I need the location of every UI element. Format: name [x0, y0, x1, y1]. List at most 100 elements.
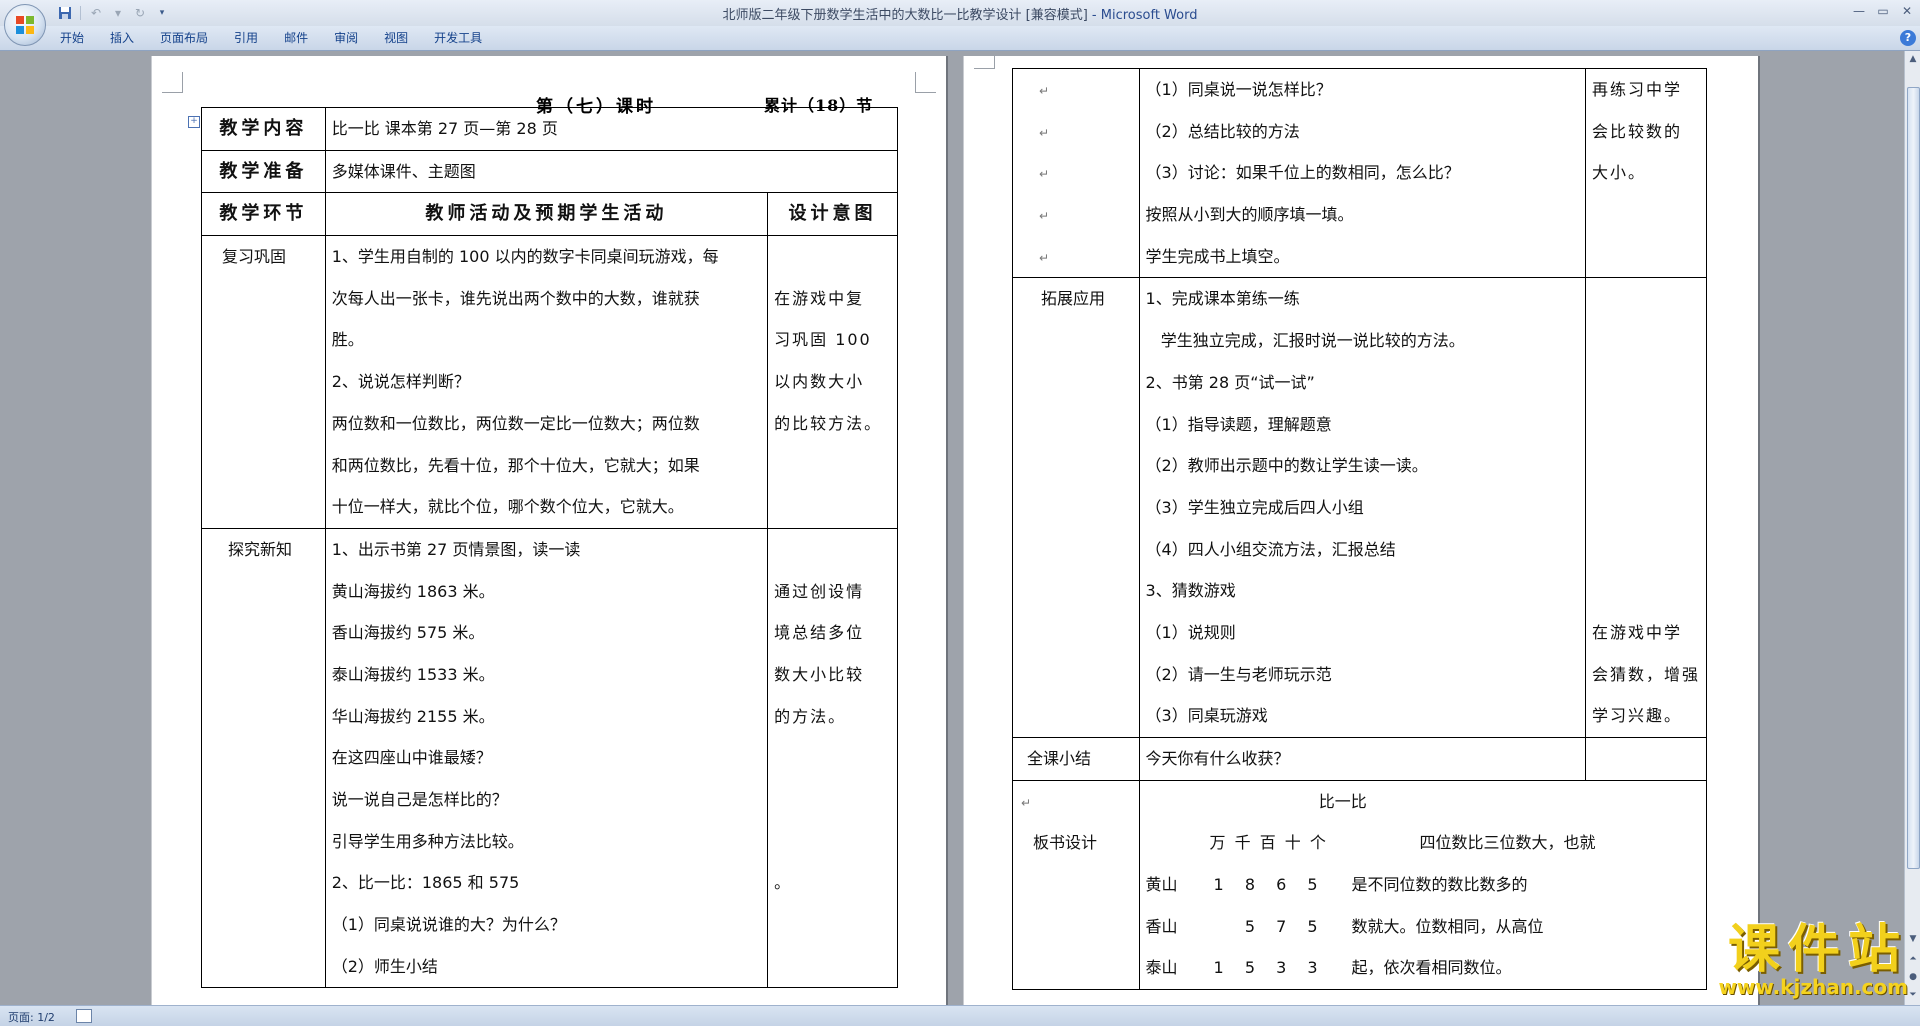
review-section: 复习巩固 1、学生用自制的 100 以内的数字卡同桌间玩游戏，每 次每人出一张卡，…: [201, 235, 898, 529]
crop-mark: [915, 72, 936, 93]
activity-line: 说一说自己是怎样比的？: [331, 790, 508, 810]
activity-line: 3、猜数游戏: [1145, 581, 1236, 601]
status-bar: 页面: 1/2: [0, 1005, 1920, 1026]
watermark-url: www.kjzhan.com: [1718, 975, 1908, 999]
intent-line: [1592, 236, 1700, 278]
extend-stage: 拓展应用: [1041, 289, 1106, 309]
intent-line: [774, 737, 891, 779]
extend-stage-cell: 拓展应用: [1012, 277, 1140, 738]
save-icon[interactable]: [56, 4, 74, 22]
explore-activity-cell: 1、出示书第 27 页情景图，读一读 黄山海拔约 1863 米。 香山海拔约 575…: [324, 527, 769, 989]
col-intent-header: 设计意图: [767, 192, 898, 237]
lesson-table-right: ↵ ↵ ↵ ↵ ↵ （1）同桌说一说怎样比？ （2）总结比较的方法 （3）讨论：如果千位上的…: [1012, 67, 1708, 991]
summary-intent-cell: [1584, 737, 1708, 781]
activity-line: 华山海拔约 2155 米。: [331, 706, 495, 726]
ribbon-tab-0[interactable]: 开始: [48, 29, 98, 47]
explore-stage: 探究新知: [228, 539, 293, 559]
ribbon-tab-1[interactable]: 插入: [98, 29, 148, 47]
prep-value: 多媒体课件、主题图: [324, 149, 899, 194]
macro-record-icon[interactable]: [76, 1009, 92, 1023]
intent-line: [1592, 278, 1700, 320]
intent-line: [774, 904, 891, 946]
activity-line: （2）师生小结: [331, 956, 438, 976]
intent-line: 的方法。: [774, 706, 847, 726]
scrollbar-thumb[interactable]: [1907, 87, 1920, 869]
scroll-up-icon[interactable]: ▲: [1905, 51, 1920, 67]
window-title: 北师版二年级下册数学生活中的大数比一比教学设计 [兼容模式] - Microso…: [0, 4, 1920, 23]
redo-icon[interactable]: ↻: [131, 4, 149, 22]
quick-access-toolbar: ↶ ▾ ↻ ▾: [50, 4, 171, 22]
crop-mark: [974, 56, 995, 69]
intent-line: [1592, 487, 1700, 529]
ribbon-tab-7[interactable]: 开发工具: [422, 29, 496, 47]
continue-activity-cell: （1）同桌说一说怎样比？ （2）总结比较的方法 （3）讨论：如果千位上的数相同，怎么…: [1138, 67, 1586, 279]
title-bar: 北师版二年级下册数学生活中的大数比一比教学设计 [兼容模式] - Microso…: [0, 0, 1920, 26]
activity-line: （4）四人小组交流方法，汇报总结: [1145, 539, 1396, 559]
board-title: 比一比: [1318, 791, 1367, 811]
ribbon-tab-4[interactable]: 邮件: [272, 29, 322, 47]
extend-intent-cell: 在游戏中学 会猜数，增强 学习兴趣。: [1584, 277, 1708, 738]
activity-line: 1、出示书第 27 页情景图，读一读: [331, 539, 581, 559]
content-label: 教学内容: [201, 107, 326, 151]
continue-section: ↵ ↵ ↵ ↵ ↵ （1）同桌说一说怎样比？ （2）总结比较的方法 （3）讨论：如果千位上的…: [1012, 67, 1708, 279]
intent-line: [1592, 529, 1700, 571]
activity-line: 和两位数比，先看十位，那个十位大，它就大；如果: [331, 455, 700, 475]
board-header-row: 万 千 百 十 个 四位数比三位数大，也就: [1146, 822, 1700, 864]
activity-line: （3）讨论：如果千位上的数相同，怎么比？: [1145, 163, 1460, 183]
explore-intent-cell: 通过创设情 境总结多位 数大小比较 的方法。。: [767, 527, 898, 989]
intent-line: [1592, 570, 1700, 612]
extend-activity-cell: 1、完成课本第练一练 学生独立完成，汇报时说一说比较的方法。 2、书第 28 页“…: [1138, 277, 1586, 738]
help-icon[interactable]: ?: [1900, 30, 1916, 46]
intent-line: 在游戏中学: [1591, 622, 1682, 642]
activity-line: 黄山海拔约 1863 米。: [331, 581, 495, 601]
watermark-title: 课件站: [1727, 920, 1908, 980]
summary-value: 今天你有什么收获？: [1138, 737, 1586, 781]
document-workspace: + 第（七）课时 累计（18）节 教学内容 比一比 课本第 27 页—第 28 …: [0, 51, 1904, 1005]
review-activity-cell: 1、学生用自制的 100 以内的数字卡同桌间玩游戏，每 次每人出一张卡，谁先说出两…: [324, 235, 769, 529]
customize-qat-icon[interactable]: ▾: [153, 4, 171, 22]
activity-line: （2）总结比较的方法: [1145, 121, 1300, 141]
intent-line: [1592, 194, 1700, 236]
maximize-icon[interactable]: ▭: [1876, 3, 1890, 19]
activity-line: （2）请一生与老师玩示范: [1145, 664, 1332, 684]
ribbon-tab-5[interactable]: 审阅: [322, 29, 372, 47]
activity-line: 2、说说怎样判断？: [331, 372, 470, 392]
intent-line: [1592, 404, 1700, 446]
activity-line: 按照从小到大的顺序填一填。: [1145, 205, 1354, 225]
content-value: 比一比 课本第 27 页—第 28 页: [324, 107, 899, 151]
lesson-table-left: 教学内容 比一比 课本第 27 页—第 28 页 教学准备 多媒体课件、主题图 …: [201, 107, 899, 989]
activity-line: 引导学生用多种方法比较。: [331, 831, 524, 851]
table-row: 教学内容 比一比 课本第 27 页—第 28 页: [201, 107, 899, 151]
intent-line: [774, 486, 891, 528]
intent-line: 数大小比较: [774, 664, 865, 684]
intent-line: [774, 529, 891, 571]
close-icon[interactable]: ✕: [1900, 3, 1914, 19]
intent-line: 学习兴趣。: [1591, 706, 1682, 726]
intent-line: 的比较方法。: [774, 413, 883, 433]
ribbon: 开始 插入 页面布局 引用 邮件 审阅 视图 开发工具 ?: [0, 26, 1920, 51]
ribbon-tab-6[interactable]: 视图: [372, 29, 422, 47]
table-move-handle-icon[interactable]: +: [188, 116, 200, 128]
board-row: 香山 5 7 5 数就大。位数相同，从高位: [1146, 906, 1700, 948]
activity-line: 次每人出一张卡，谁先说出两个数中的大数，谁就获: [331, 288, 700, 308]
intent-line: 境总结多位: [774, 623, 865, 643]
summary-stage: 全课小结: [1012, 737, 1140, 781]
intent-line: [1592, 320, 1700, 362]
page-indicator[interactable]: 页面: 1/2: [8, 1009, 55, 1025]
board-digits: 1 8 6 5: [1213, 875, 1326, 895]
intent-line: [774, 236, 891, 278]
board-digits: 5 7 5: [1244, 916, 1326, 936]
minimize-icon[interactable]: —: [1852, 3, 1866, 19]
ribbon-tab-2[interactable]: 页面布局: [148, 29, 222, 47]
intent-line: 会比较数的: [1591, 121, 1682, 141]
ribbon-tab-3[interactable]: 引用: [222, 29, 272, 47]
col-stage-header: 教学环节: [201, 192, 326, 237]
window-controls: — ▭ ✕: [1852, 3, 1914, 19]
vertical-scrollbar[interactable]: ▲ ▼ ⏶ ● ⏷: [1904, 51, 1920, 1005]
qat-dropdown-icon[interactable]: ▾: [109, 4, 127, 22]
page-1: + 第（七）课时 累计（18）节 教学内容 比一比 课本第 27 页—第 28 …: [152, 56, 946, 1005]
activity-line: 胜。: [331, 330, 364, 350]
undo-icon[interactable]: ↶: [87, 4, 105, 22]
office-button[interactable]: [4, 4, 46, 46]
summary-section: 全课小结 今天你有什么收获？: [1012, 737, 1708, 781]
